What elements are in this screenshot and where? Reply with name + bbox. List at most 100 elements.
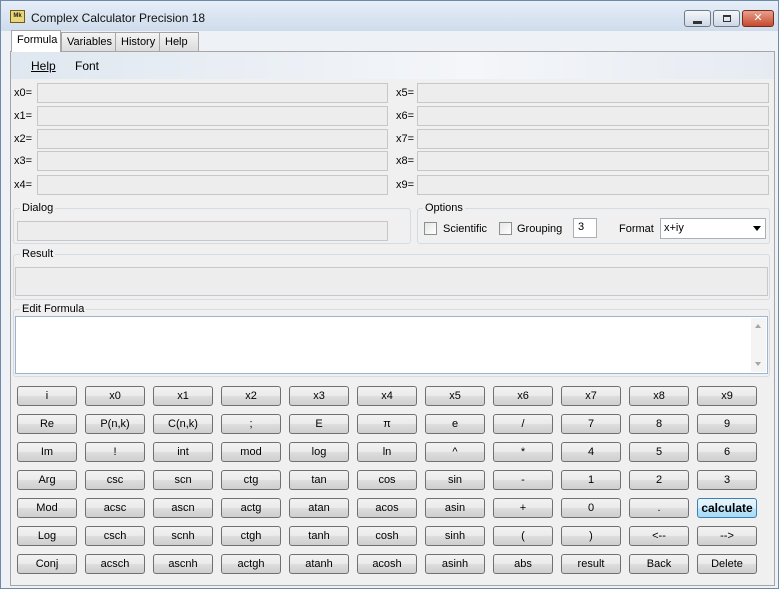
key-symbol-5-7[interactable]: ( xyxy=(493,526,553,546)
key-asinh[interactable]: asinh xyxy=(425,554,485,574)
var-field-x8[interactable] xyxy=(417,151,769,171)
key-symbol-1-7[interactable]: / xyxy=(493,414,553,434)
menu-font[interactable]: Font xyxy=(75,59,99,73)
tab-history[interactable]: History xyxy=(115,32,165,51)
key-asin[interactable]: asin xyxy=(425,498,485,518)
key-csch[interactable]: csch xyxy=(85,526,145,546)
key-atan[interactable]: atan xyxy=(289,498,349,518)
scientific-checkbox[interactable] xyxy=(424,222,437,235)
key-2[interactable]: 2 xyxy=(629,470,689,490)
key-int[interactable]: int xyxy=(153,442,213,462)
key-symbol-3-7[interactable]: - xyxy=(493,470,553,490)
key-x8[interactable]: x8 xyxy=(629,386,689,406)
key-symbol-5-10[interactable]: --> xyxy=(697,526,757,546)
key-calculate[interactable]: calculate xyxy=(697,498,757,518)
key-cosh[interactable]: cosh xyxy=(357,526,417,546)
title-bar[interactable]: Mk Complex Calculator Precision 18 ✕ xyxy=(1,1,778,31)
key-tanh[interactable]: tanh xyxy=(289,526,349,546)
key-x5[interactable]: x5 xyxy=(425,386,485,406)
key-re[interactable]: Re xyxy=(17,414,77,434)
key-symbol-1-3[interactable]: ; xyxy=(221,414,281,434)
var-field-x6[interactable] xyxy=(417,106,769,126)
key-9[interactable]: 9 xyxy=(697,414,757,434)
key-result[interactable]: result xyxy=(561,554,621,574)
scroll-up-icon[interactable] xyxy=(755,324,761,328)
key-x7[interactable]: x7 xyxy=(561,386,621,406)
key-x3[interactable]: x3 xyxy=(289,386,349,406)
key-ctg[interactable]: ctg xyxy=(221,470,281,490)
tab-formula[interactable]: Formula xyxy=(11,30,61,52)
maximize-button[interactable] xyxy=(713,10,740,27)
close-button[interactable]: ✕ xyxy=(742,10,774,27)
key-ln[interactable]: ln xyxy=(357,442,417,462)
key-acsc[interactable]: acsc xyxy=(85,498,145,518)
formula-scrollbar[interactable] xyxy=(751,318,766,372)
key-3[interactable]: 3 xyxy=(697,470,757,490)
grouping-checkbox[interactable] xyxy=(499,222,512,235)
key-scn[interactable]: scn xyxy=(153,470,213,490)
key-symbol-2-1[interactable]: ! xyxy=(85,442,145,462)
key-symbol-2-6[interactable]: ^ xyxy=(425,442,485,462)
var-field-x3[interactable] xyxy=(37,151,388,171)
key-8[interactable]: 8 xyxy=(629,414,689,434)
key-acsch[interactable]: acsch xyxy=(85,554,145,574)
key-cos[interactable]: cos xyxy=(357,470,417,490)
key-back[interactable]: Back xyxy=(629,554,689,574)
key-p-n-k[interactable]: P(n,k) xyxy=(85,414,145,434)
key-x9[interactable]: x9 xyxy=(697,386,757,406)
key-symbol-5-9[interactable]: <-- xyxy=(629,526,689,546)
key-1[interactable]: 1 xyxy=(561,470,621,490)
key-symbol-1-5[interactable]: π xyxy=(357,414,417,434)
key-tan[interactable]: tan xyxy=(289,470,349,490)
key-acos[interactable]: acos xyxy=(357,498,417,518)
var-field-x5[interactable] xyxy=(417,83,769,103)
key-sinh[interactable]: sinh xyxy=(425,526,485,546)
var-field-x4[interactable] xyxy=(37,175,388,195)
tab-help[interactable]: Help xyxy=(159,32,199,51)
key-im[interactable]: Im xyxy=(17,442,77,462)
key-7[interactable]: 7 xyxy=(561,414,621,434)
key-x4[interactable]: x4 xyxy=(357,386,417,406)
var-field-x7[interactable] xyxy=(417,129,769,149)
key-conj[interactable]: Conj xyxy=(17,554,77,574)
key-ctgh[interactable]: ctgh xyxy=(221,526,281,546)
key-acosh[interactable]: acosh xyxy=(357,554,417,574)
key-6[interactable]: 6 xyxy=(697,442,757,462)
minimize-button[interactable] xyxy=(684,10,711,27)
key-scnh[interactable]: scnh xyxy=(153,526,213,546)
key-atanh[interactable]: atanh xyxy=(289,554,349,574)
key-delete[interactable]: Delete xyxy=(697,554,757,574)
key-0[interactable]: 0 xyxy=(561,498,621,518)
key-c-n-k[interactable]: C(n,k) xyxy=(153,414,213,434)
key-e[interactable]: e xyxy=(425,414,485,434)
key-mod[interactable]: mod xyxy=(221,442,281,462)
key-log[interactable]: log xyxy=(289,442,349,462)
key-x6[interactable]: x6 xyxy=(493,386,553,406)
grouping-size-input[interactable]: 3 xyxy=(573,218,597,238)
format-select[interactable]: x+iy xyxy=(660,218,766,239)
key-x1[interactable]: x1 xyxy=(153,386,213,406)
key-i[interactable]: i xyxy=(17,386,77,406)
key-actg[interactable]: actg xyxy=(221,498,281,518)
key-x0[interactable]: x0 xyxy=(85,386,145,406)
key-e[interactable]: E xyxy=(289,414,349,434)
formula-input[interactable] xyxy=(15,316,768,374)
key-log[interactable]: Log xyxy=(17,526,77,546)
key-5[interactable]: 5 xyxy=(629,442,689,462)
key-arg[interactable]: Arg xyxy=(17,470,77,490)
var-field-x9[interactable] xyxy=(417,175,769,195)
key-symbol-4-9[interactable]: . xyxy=(629,498,689,518)
key-x2[interactable]: x2 xyxy=(221,386,281,406)
scroll-down-icon[interactable] xyxy=(755,362,761,366)
key-mod[interactable]: Mod xyxy=(17,498,77,518)
key-ascnh[interactable]: ascnh xyxy=(153,554,213,574)
key-ascn[interactable]: ascn xyxy=(153,498,213,518)
key-abs[interactable]: abs xyxy=(493,554,553,574)
key-sin[interactable]: sin xyxy=(425,470,485,490)
key-symbol-5-8[interactable]: ) xyxy=(561,526,621,546)
var-field-x1[interactable] xyxy=(37,106,388,126)
key-csc[interactable]: csc xyxy=(85,470,145,490)
key-symbol-2-7[interactable]: * xyxy=(493,442,553,462)
key-4[interactable]: 4 xyxy=(561,442,621,462)
var-field-x0[interactable] xyxy=(37,83,388,103)
